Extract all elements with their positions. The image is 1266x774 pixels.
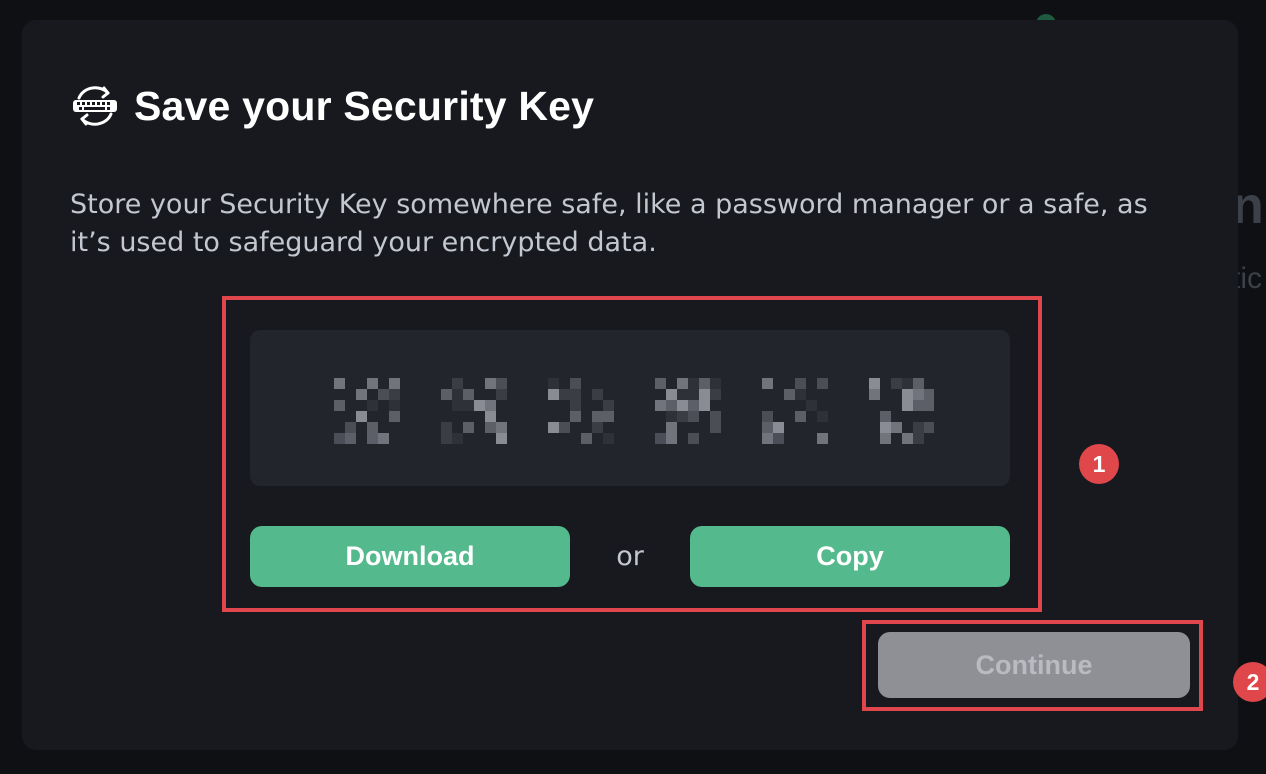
- save-security-key-dialog: Save your Security Key Store your Securi…: [22, 20, 1266, 750]
- annotation-highlight-continue: [862, 620, 1203, 711]
- security-key-sync-icon: [70, 81, 120, 131]
- dialog-title: Save your Security Key: [134, 82, 595, 129]
- annotation-badge-1: 1: [1079, 444, 1119, 484]
- annotation-badge-2: 2: [1233, 662, 1266, 702]
- dialog-description: Store your Security Key somewhere safe, …: [70, 189, 1148, 258]
- annotation-highlight-key-section: [222, 296, 1042, 612]
- dialog-header: Save your Security Key: [70, 78, 594, 134]
